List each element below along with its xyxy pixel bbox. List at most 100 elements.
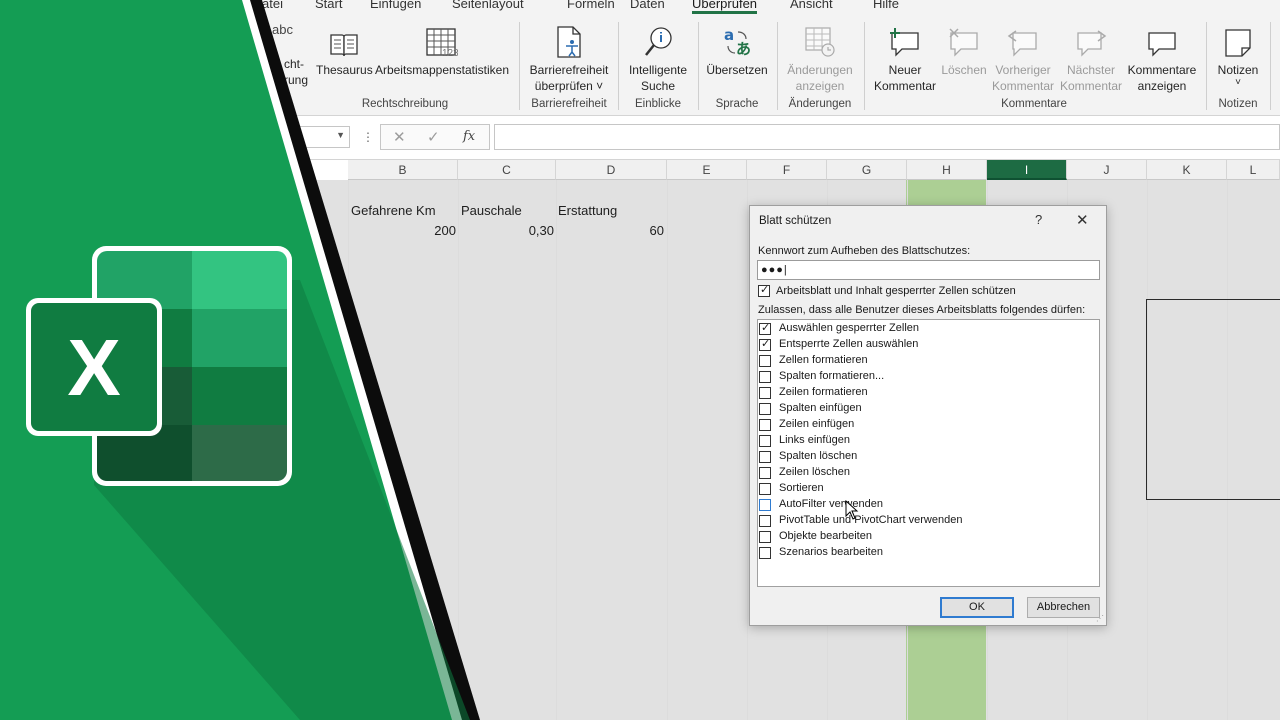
permissions-list[interactable]: Auswählen gesperrter Zellen Entsperrte Z… <box>757 319 1100 587</box>
option-checkbox[interactable] <box>759 435 771 447</box>
show-changes-label-2: anzeigen <box>795 79 845 93</box>
option-checkbox[interactable] <box>759 419 771 431</box>
gridline <box>667 180 668 720</box>
next-comment-icon <box>1077 30 1107 57</box>
translate-button[interactable]: aあ Übersetzen <box>704 22 770 78</box>
option-checkbox[interactable] <box>759 403 771 415</box>
smart-lookup-label-1: Intelligente <box>628 63 688 77</box>
group-changes-label: Änderungen <box>788 98 852 110</box>
list-item[interactable]: Zeilen einfügen <box>758 417 1098 433</box>
list-item[interactable]: Zeilen formatieren <box>758 385 1098 401</box>
smart-lookup-icon <box>645 27 672 56</box>
delete-comment-icon <box>949 28 978 57</box>
column-header-j[interactable]: J <box>1067 160 1147 180</box>
list-item[interactable]: Objekte bearbeiten <box>758 529 1098 545</box>
gridline <box>747 180 748 720</box>
tab-view[interactable]: Ansicht <box>790 0 833 11</box>
next-comment-label-2: Kommentar <box>1059 79 1123 93</box>
delete-comment-button[interactable]: Löschen <box>938 22 990 78</box>
option-checkbox[interactable] <box>759 387 771 399</box>
list-item[interactable]: Sortieren <box>758 481 1098 497</box>
cell-d2[interactable]: Erstattung <box>558 203 617 218</box>
show-changes-button[interactable]: Änderungen anzeigen <box>782 22 858 94</box>
tab-formulas[interactable]: Formeln <box>567 0 615 11</box>
list-item[interactable]: PivotTable und PivotChart verwenden <box>758 513 1098 529</box>
resize-grip-icon[interactable]: ⋰ <box>1096 614 1104 623</box>
gridline <box>556 180 557 720</box>
column-header-l[interactable]: L <box>1227 160 1280 180</box>
notes-button[interactable]: Notizen ˅ <box>1212 22 1264 88</box>
check-accessibility-button[interactable]: Barrierefreiheit überprüfen ˅ <box>526 22 612 94</box>
dialog-title: Blatt schützen <box>759 215 832 227</box>
new-comment-label-1: Neuer <box>888 63 922 77</box>
column-header-g[interactable]: G <box>827 160 907 180</box>
option-checkbox[interactable] <box>759 483 771 495</box>
help-icon[interactable]: ? <box>1035 212 1042 227</box>
protect-checkbox-label[interactable]: Arbeitsblatt und Inhalt gesperrter Zelle… <box>776 285 1016 297</box>
previous-comment-label-2: Kommentar <box>991 79 1055 93</box>
ok-button[interactable]: OK <box>940 597 1014 618</box>
group-language-label: Sprache <box>715 98 759 110</box>
password-label: Kennwort zum Aufheben des Blattschutzes: <box>758 245 971 257</box>
group-insights-label: Einblicke <box>634 98 682 110</box>
list-item[interactable]: Entsperrte Zellen auswählen <box>758 337 1098 353</box>
column-header-h[interactable]: H <box>907 160 987 180</box>
list-item[interactable]: Zeilen löschen <box>758 465 1098 481</box>
tab-review[interactable]: Überprüfen <box>692 0 758 14</box>
previous-comment-button[interactable]: Vorheriger Kommentar <box>990 22 1056 94</box>
tab-help[interactable]: Hilfe <box>873 0 899 11</box>
group-notes-label: Notizen <box>1218 98 1258 110</box>
column-header-i[interactable]: I <box>987 160 1067 180</box>
smart-lookup-button[interactable]: Intelligente Suche <box>624 22 692 94</box>
list-item[interactable]: Szenarios bearbeiten <box>758 545 1098 561</box>
option-checkbox[interactable] <box>759 355 771 367</box>
option-checkbox[interactable] <box>759 499 771 511</box>
show-comments-label-1: Kommentare <box>1127 63 1197 77</box>
group-comments-label: Kommentare <box>1001 98 1067 110</box>
password-input[interactable]: ●●●| <box>757 260 1100 280</box>
protect-sheet-dialog: Blatt schützen ? ✕ Kennwort zum Aufheben… <box>749 205 1107 626</box>
new-comment-button[interactable]: Neuer Kommentar <box>868 22 942 94</box>
translate-label: Übersetzen <box>706 63 768 77</box>
show-changes-label-1: Änderungen <box>787 63 853 77</box>
option-checkbox[interactable] <box>759 467 771 479</box>
list-item[interactable]: AutoFilter verwenden <box>758 497 1098 513</box>
column-header-d[interactable]: D <box>556 160 667 180</box>
shape-rectangle[interactable] <box>1146 299 1280 500</box>
list-item[interactable]: Spalten löschen <box>758 449 1098 465</box>
column-header-f[interactable]: F <box>747 160 827 180</box>
cell-d3[interactable]: 60 <box>558 223 664 238</box>
option-checkbox[interactable] <box>759 531 771 543</box>
excel-logo-letter: X <box>67 323 120 412</box>
column-header-k[interactable]: K <box>1147 160 1227 180</box>
list-item[interactable]: Zellen formatieren <box>758 353 1098 369</box>
formula-input[interactable] <box>494 124 1280 150</box>
tab-data[interactable]: Daten <box>630 0 665 11</box>
column-header-e[interactable]: E <box>667 160 747 180</box>
list-item[interactable]: Spalten formatieren... <box>758 369 1098 385</box>
cancel-button[interactable]: Abbrechen <box>1027 597 1100 618</box>
svg-text:あ: あ <box>736 40 751 58</box>
option-checkbox[interactable] <box>759 321 771 335</box>
accessibility-label-2: überprüfen ˅ <box>534 79 604 93</box>
group-separator <box>1270 22 1271 110</box>
next-comment-label-1: Nächster <box>1066 63 1116 77</box>
new-comment-label-2: Kommentar <box>873 79 937 93</box>
protect-checkbox[interactable] <box>758 283 770 297</box>
smart-lookup-label-2: Suche <box>640 79 676 93</box>
close-icon[interactable]: ✕ <box>1076 211 1089 229</box>
option-checkbox[interactable] <box>759 371 771 383</box>
svg-text:a: a <box>724 26 734 44</box>
option-checkbox[interactable] <box>759 515 771 527</box>
show-comments-icon <box>1148 32 1176 57</box>
list-item[interactable]: Auswählen gesperrter Zellen <box>758 321 1098 337</box>
list-item[interactable]: Links einfügen <box>758 433 1098 449</box>
list-item[interactable]: Spalten einfügen <box>758 401 1098 417</box>
option-checkbox[interactable] <box>759 451 771 463</box>
option-checkbox[interactable] <box>759 547 771 559</box>
next-comment-button[interactable]: Nächster Kommentar <box>1058 22 1124 94</box>
show-comments-label-2: anzeigen <box>1137 79 1187 93</box>
option-checkbox[interactable] <box>759 337 771 351</box>
accessibility-label-1: Barrierefreiheit <box>529 63 609 77</box>
show-comments-button[interactable]: Kommentare anzeigen <box>1124 22 1200 94</box>
